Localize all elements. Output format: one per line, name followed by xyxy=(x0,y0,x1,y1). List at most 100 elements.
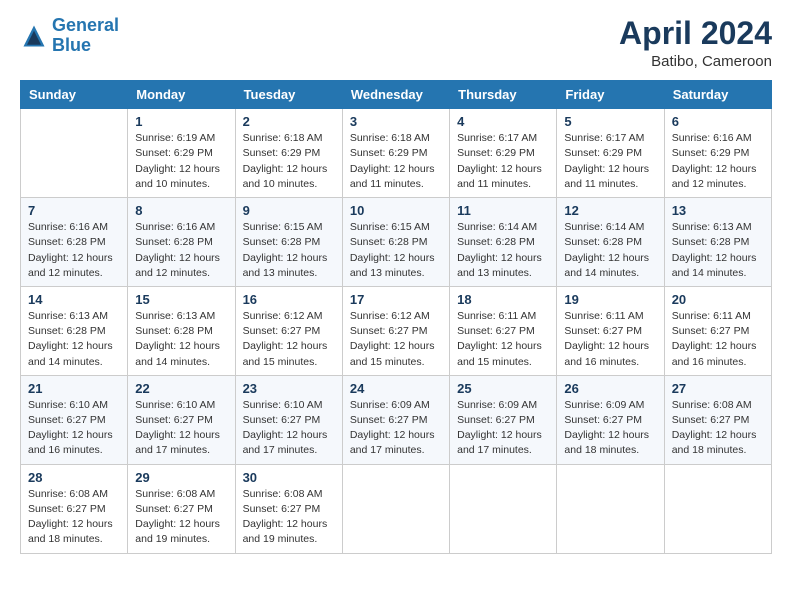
day-info: Sunrise: 6:18 AMSunset: 6:29 PMDaylight:… xyxy=(243,131,335,192)
table-row: 9 Sunrise: 6:15 AMSunset: 6:28 PMDaylight… xyxy=(235,198,342,287)
day-number: 10 xyxy=(350,203,442,218)
day-number: 7 xyxy=(28,203,120,218)
day-info: Sunrise: 6:17 AMSunset: 6:29 PMDaylight:… xyxy=(457,131,549,192)
header: General Blue April 2024 Batibo, Cameroon xyxy=(20,16,772,70)
day-info: Sunrise: 6:19 AMSunset: 6:29 PMDaylight:… xyxy=(135,131,227,192)
day-info: Sunrise: 6:15 AMSunset: 6:28 PMDaylight:… xyxy=(243,220,335,281)
day-number: 20 xyxy=(672,292,764,307)
day-info: Sunrise: 6:09 AMSunset: 6:27 PMDaylight:… xyxy=(350,398,442,459)
logo-icon xyxy=(20,22,48,50)
col-wednesday: Wednesday xyxy=(342,81,449,109)
day-info: Sunrise: 6:10 AMSunset: 6:27 PMDaylight:… xyxy=(28,398,120,459)
col-sunday: Sunday xyxy=(21,81,128,109)
day-number: 3 xyxy=(350,114,442,129)
day-info: Sunrise: 6:10 AMSunset: 6:27 PMDaylight:… xyxy=(135,398,227,459)
table-row xyxy=(450,464,557,553)
day-number: 17 xyxy=(350,292,442,307)
table-row: 29 Sunrise: 6:08 AMSunset: 6:27 PMDayligh… xyxy=(128,464,235,553)
day-number: 29 xyxy=(135,470,227,485)
day-info: Sunrise: 6:08 AMSunset: 6:27 PMDaylight:… xyxy=(28,487,120,548)
calendar-table: Sunday Monday Tuesday Wednesday Thursday… xyxy=(20,80,772,553)
table-row: 3 Sunrise: 6:18 AMSunset: 6:29 PMDaylight… xyxy=(342,109,449,198)
day-info: Sunrise: 6:11 AMSunset: 6:27 PMDaylight:… xyxy=(564,309,656,370)
page: General Blue April 2024 Batibo, Cameroon… xyxy=(0,0,792,612)
day-number: 1 xyxy=(135,114,227,129)
table-row: 20 Sunrise: 6:11 AMSunset: 6:27 PMDayligh… xyxy=(664,286,771,375)
day-info: Sunrise: 6:16 AMSunset: 6:29 PMDaylight:… xyxy=(672,131,764,192)
day-info: Sunrise: 6:10 AMSunset: 6:27 PMDaylight:… xyxy=(243,398,335,459)
day-number: 12 xyxy=(564,203,656,218)
day-info: Sunrise: 6:12 AMSunset: 6:27 PMDaylight:… xyxy=(350,309,442,370)
table-row: 23 Sunrise: 6:10 AMSunset: 6:27 PMDayligh… xyxy=(235,375,342,464)
table-row: 14 Sunrise: 6:13 AMSunset: 6:28 PMDayligh… xyxy=(21,286,128,375)
day-number: 28 xyxy=(28,470,120,485)
day-number: 27 xyxy=(672,381,764,396)
day-number: 2 xyxy=(243,114,335,129)
day-info: Sunrise: 6:16 AMSunset: 6:28 PMDaylight:… xyxy=(28,220,120,281)
table-row: 5 Sunrise: 6:17 AMSunset: 6:29 PMDaylight… xyxy=(557,109,664,198)
day-number: 21 xyxy=(28,381,120,396)
table-row: 8 Sunrise: 6:16 AMSunset: 6:28 PMDaylight… xyxy=(128,198,235,287)
logo: General Blue xyxy=(20,16,119,56)
day-number: 26 xyxy=(564,381,656,396)
table-row: 25 Sunrise: 6:09 AMSunset: 6:27 PMDayligh… xyxy=(450,375,557,464)
day-number: 14 xyxy=(28,292,120,307)
table-row xyxy=(21,109,128,198)
col-friday: Friday xyxy=(557,81,664,109)
table-row: 27 Sunrise: 6:08 AMSunset: 6:27 PMDayligh… xyxy=(664,375,771,464)
day-info: Sunrise: 6:11 AMSunset: 6:27 PMDaylight:… xyxy=(672,309,764,370)
day-number: 23 xyxy=(243,381,335,396)
calendar-body: 1 Sunrise: 6:19 AMSunset: 6:29 PMDaylight… xyxy=(21,109,772,553)
col-tuesday: Tuesday xyxy=(235,81,342,109)
table-row: 12 Sunrise: 6:14 AMSunset: 6:28 PMDayligh… xyxy=(557,198,664,287)
day-number: 9 xyxy=(243,203,335,218)
day-info: Sunrise: 6:14 AMSunset: 6:28 PMDaylight:… xyxy=(564,220,656,281)
table-row: 7 Sunrise: 6:16 AMSunset: 6:28 PMDaylight… xyxy=(21,198,128,287)
col-thursday: Thursday xyxy=(450,81,557,109)
day-number: 13 xyxy=(672,203,764,218)
month-title: April 2024 xyxy=(619,16,772,51)
table-row xyxy=(557,464,664,553)
table-row: 1 Sunrise: 6:19 AMSunset: 6:29 PMDaylight… xyxy=(128,109,235,198)
day-info: Sunrise: 6:15 AMSunset: 6:28 PMDaylight:… xyxy=(350,220,442,281)
day-info: Sunrise: 6:16 AMSunset: 6:28 PMDaylight:… xyxy=(135,220,227,281)
day-info: Sunrise: 6:08 AMSunset: 6:27 PMDaylight:… xyxy=(135,487,227,548)
table-row: 17 Sunrise: 6:12 AMSunset: 6:27 PMDayligh… xyxy=(342,286,449,375)
day-number: 18 xyxy=(457,292,549,307)
table-row: 22 Sunrise: 6:10 AMSunset: 6:27 PMDayligh… xyxy=(128,375,235,464)
day-number: 16 xyxy=(243,292,335,307)
day-info: Sunrise: 6:17 AMSunset: 6:29 PMDaylight:… xyxy=(564,131,656,192)
day-number: 15 xyxy=(135,292,227,307)
day-info: Sunrise: 6:13 AMSunset: 6:28 PMDaylight:… xyxy=(28,309,120,370)
day-info: Sunrise: 6:13 AMSunset: 6:28 PMDaylight:… xyxy=(672,220,764,281)
table-row: 24Sunrise: 6:09 AMSunset: 6:27 PMDayligh… xyxy=(342,375,449,464)
day-info: Sunrise: 6:09 AMSunset: 6:27 PMDaylight:… xyxy=(457,398,549,459)
table-row: 10 Sunrise: 6:15 AMSunset: 6:28 PMDayligh… xyxy=(342,198,449,287)
day-number: 11 xyxy=(457,203,549,218)
table-row: 13 Sunrise: 6:13 AMSunset: 6:28 PMDayligh… xyxy=(664,198,771,287)
day-number: 5 xyxy=(564,114,656,129)
day-number: 19 xyxy=(564,292,656,307)
calendar-header: Sunday Monday Tuesday Wednesday Thursday… xyxy=(21,81,772,109)
logo-text: General Blue xyxy=(52,16,119,56)
day-info: Sunrise: 6:18 AMSunset: 6:29 PMDaylight:… xyxy=(350,131,442,192)
table-row: 19 Sunrise: 6:11 AMSunset: 6:27 PMDayligh… xyxy=(557,286,664,375)
day-number: 25 xyxy=(457,381,549,396)
table-row: 30Sunrise: 6:08 AMSunset: 6:27 PMDayligh… xyxy=(235,464,342,553)
col-monday: Monday xyxy=(128,81,235,109)
table-row: 21 Sunrise: 6:10 AMSunset: 6:27 PMDayligh… xyxy=(21,375,128,464)
table-row xyxy=(664,464,771,553)
day-number: 6 xyxy=(672,114,764,129)
table-row: 18Sunrise: 6:11 AMSunset: 6:27 PMDayligh… xyxy=(450,286,557,375)
title-block: April 2024 Batibo, Cameroon xyxy=(619,16,772,70)
day-info: Sunrise: 6:08 AMSunset: 6:27 PMDaylight:… xyxy=(672,398,764,459)
day-info: Sunrise: 6:13 AMSunset: 6:28 PMDaylight:… xyxy=(135,309,227,370)
day-info: Sunrise: 6:08 AMSunset: 6:27 PMDaylight:… xyxy=(243,487,335,548)
table-row: 11 Sunrise: 6:14 AMSunset: 6:28 PMDayligh… xyxy=(450,198,557,287)
day-number: 4 xyxy=(457,114,549,129)
day-info: Sunrise: 6:09 AMSunset: 6:27 PMDaylight:… xyxy=(564,398,656,459)
day-number: 8 xyxy=(135,203,227,218)
col-saturday: Saturday xyxy=(664,81,771,109)
day-info: Sunrise: 6:14 AMSunset: 6:28 PMDaylight:… xyxy=(457,220,549,281)
day-number: 22 xyxy=(135,381,227,396)
